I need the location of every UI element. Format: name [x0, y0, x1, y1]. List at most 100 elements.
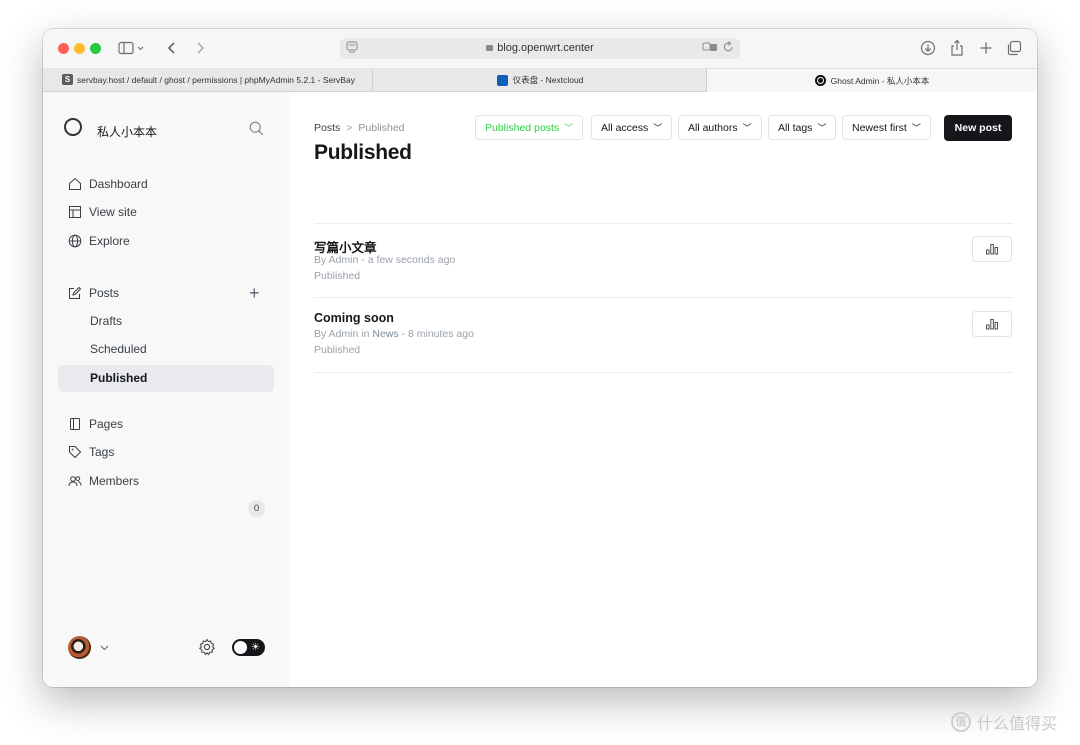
- address-bar[interactable]: blog.openwrt.center: [340, 38, 740, 59]
- list-divider: [314, 297, 1013, 298]
- filter-authors-dropdown[interactable]: All authors ﹀: [678, 115, 762, 140]
- tab-label: 仪表盘 - Nextcloud: [512, 75, 584, 85]
- reload-icon[interactable]: [723, 41, 734, 56]
- page-title: Published: [314, 141, 412, 164]
- watermark-logo-icon: 值: [951, 712, 971, 732]
- translate-icon[interactable]: [702, 41, 718, 56]
- site-logo-icon[interactable]: [64, 118, 82, 136]
- gear-icon[interactable]: [198, 638, 216, 661]
- ghost-admin-app: 私人小本本 Dashboard View site Explore Posts …: [43, 92, 1037, 687]
- tag-icon: [67, 444, 83, 460]
- avatar[interactable]: [68, 636, 91, 659]
- minimize-window-button[interactable]: [74, 43, 85, 54]
- breadcrumb-separator-icon: >: [346, 122, 353, 134]
- members-icon: [67, 473, 83, 489]
- post-analytics-button[interactable]: [972, 311, 1012, 337]
- sun-icon: ☀: [251, 642, 260, 653]
- post-title[interactable]: Coming soon: [314, 311, 394, 325]
- list-divider: [314, 372, 1013, 373]
- chevron-down-icon: ﹀: [564, 123, 574, 133]
- bar-chart-icon: [986, 244, 998, 255]
- breadcrumb: Posts > Published: [314, 122, 405, 134]
- sort-order-dropdown[interactable]: Newest first ﹀: [842, 115, 931, 140]
- lock-icon: [486, 45, 494, 51]
- tab-nextcloud[interactable]: 仪表盘 - Nextcloud: [374, 69, 707, 91]
- filter-label: All access: [601, 121, 649, 134]
- site-name[interactable]: 私人小本本: [97, 123, 157, 140]
- sidebar-item-label: Tags: [89, 445, 115, 459]
- post-tag-link[interactable]: News: [372, 328, 398, 340]
- sidebar-item-scheduled[interactable]: Scheduled: [90, 342, 147, 356]
- sidebar-item-label: Pages: [89, 417, 124, 431]
- sidebar-item-members[interactable]: Members: [67, 473, 139, 489]
- sidebar-toggle-icon[interactable]: [117, 37, 145, 59]
- new-post-button[interactable]: New post: [944, 115, 1012, 141]
- search-icon[interactable]: [249, 121, 264, 141]
- sidebar: 私人小本本 Dashboard View site Explore Posts …: [43, 92, 289, 687]
- post-status: Published: [314, 270, 361, 282]
- watermark: 值 什么值得买: [951, 710, 1057, 734]
- filter-label: Published posts: [485, 121, 560, 134]
- watermark-text: 什么值得买: [977, 716, 1058, 733]
- layout-icon: [67, 204, 83, 220]
- pages-icon: [67, 416, 83, 432]
- chevron-down-icon: ﹀: [911, 123, 921, 133]
- new-tab-icon[interactable]: [977, 37, 995, 59]
- tab-overview-icon[interactable]: [1005, 37, 1023, 59]
- list-divider: [314, 223, 1013, 224]
- sidebar-item-published[interactable]: Published: [90, 371, 147, 385]
- sidebar-item-posts[interactable]: Posts: [67, 285, 119, 301]
- chevron-down-icon: ﹀: [653, 123, 663, 133]
- download-icon[interactable]: [919, 37, 937, 59]
- toggle-knob: [234, 641, 247, 654]
- filter-access-dropdown[interactable]: All access ﹀: [591, 115, 673, 140]
- tab-label: servbay.host / default / ghost / permiss…: [77, 75, 355, 85]
- nextcloud-favicon-icon: [496, 74, 508, 86]
- members-count-badge: 0: [248, 500, 265, 517]
- browser-window: blog.openwrt.center S servbay.host / def…: [43, 29, 1037, 687]
- sidebar-item-label: Members: [89, 474, 140, 488]
- back-icon[interactable]: [165, 37, 179, 59]
- main-content: Posts > Published Published Published post…: [289, 92, 1037, 687]
- home-icon: [67, 176, 83, 192]
- filter-tags-dropdown[interactable]: All tags ﹀: [768, 115, 837, 140]
- sidebar-item-label: Dashboard: [89, 177, 148, 191]
- forward-icon[interactable]: [193, 37, 207, 59]
- share-icon[interactable]: [948, 37, 966, 59]
- tab-bar: S servbay.host / default / ghost / permi…: [43, 69, 1037, 92]
- filter-label: All authors: [688, 121, 738, 134]
- sidebar-item-label: View site: [89, 205, 137, 219]
- chevron-down-icon: ﹀: [742, 123, 752, 133]
- tab-phpmyadmin[interactable]: S servbay.host / default / ghost / permi…: [43, 69, 373, 91]
- ghost-favicon-icon: [814, 75, 826, 86]
- post-analytics-button[interactable]: [972, 236, 1012, 262]
- sidebar-item-drafts[interactable]: Drafts: [90, 314, 122, 328]
- sidebar-item-dashboard[interactable]: Dashboard: [67, 176, 148, 192]
- browser-toolbar: blog.openwrt.center: [43, 29, 1037, 69]
- sidebar-item-label: Explore: [89, 234, 130, 248]
- post-meta: By Admin in News - 8 minutes ago: [314, 328, 474, 340]
- zoom-window-button[interactable]: [90, 43, 101, 54]
- globe-icon: [67, 233, 83, 249]
- servbay-favicon-icon: S: [62, 74, 73, 85]
- bar-chart-icon: [986, 319, 998, 330]
- sidebar-item-tags[interactable]: Tags: [67, 444, 114, 460]
- sidebar-item-pages[interactable]: Pages: [67, 416, 123, 432]
- chevron-down-icon[interactable]: [99, 640, 110, 658]
- filter-label: All tags: [778, 121, 813, 134]
- close-window-button[interactable]: [58, 43, 69, 54]
- sidebar-item-explore[interactable]: Explore: [67, 233, 130, 249]
- sidebar-item-view-site[interactable]: View site: [67, 204, 137, 220]
- theme-toggle[interactable]: ☀: [232, 639, 265, 656]
- pencil-square-icon: [67, 285, 83, 301]
- tab-ghost-admin[interactable]: Ghost Admin - 私人小本本: [707, 69, 1037, 92]
- chevron-down-icon: ﹀: [817, 123, 827, 133]
- filter-label: Newest first: [852, 121, 907, 134]
- sidebar-item-label: Posts: [89, 286, 120, 300]
- filter-type-dropdown[interactable]: Published posts ﹀: [475, 115, 584, 140]
- tab-label: Ghost Admin - 私人小本本: [830, 75, 930, 86]
- post-status: Published: [314, 344, 361, 356]
- breadcrumb-posts-link[interactable]: Posts: [314, 122, 340, 134]
- url-text: blog.openwrt.center: [497, 42, 594, 54]
- add-post-icon[interactable]: +: [249, 284, 260, 302]
